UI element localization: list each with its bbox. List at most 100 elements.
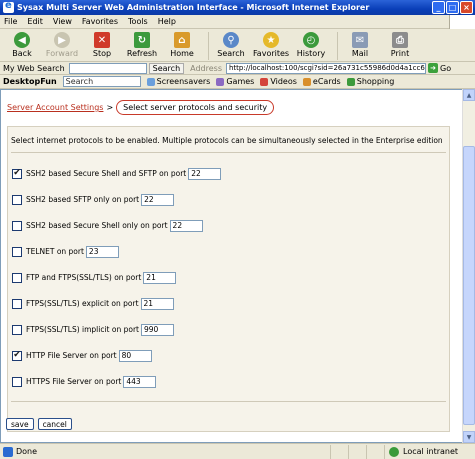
protocol-option: ✔ HTTP File Server on port 80 bbox=[12, 349, 152, 362]
desktopfun-toolbar: DesktopFun Search Screensavers Games Vid… bbox=[0, 75, 475, 89]
port-input[interactable]: 23 bbox=[85, 245, 119, 258]
favorites-button[interactable]: ★ Favorites bbox=[253, 30, 289, 58]
protocol-label: HTTP File Server on port bbox=[26, 351, 117, 360]
save-button[interactable]: save bbox=[6, 418, 34, 430]
toolbar-separator bbox=[337, 32, 338, 60]
forward-arrow-icon: ▶ bbox=[54, 32, 70, 48]
protocol-label: FTPS(SSL/TLS) explicit on port bbox=[26, 299, 139, 308]
desktopfun-search-input[interactable]: Search bbox=[62, 76, 141, 87]
mail-icon: ✉ bbox=[352, 32, 368, 48]
desktopfun-brand[interactable]: DesktopFun bbox=[3, 77, 57, 86]
status-bar: Done Local intranet bbox=[0, 443, 475, 459]
protocol-checkbox[interactable] bbox=[12, 220, 22, 231]
go-button[interactable]: ➜ Go bbox=[428, 63, 451, 73]
games-button[interactable]: Games bbox=[216, 77, 254, 86]
intranet-icon bbox=[389, 446, 399, 457]
protocol-checkbox[interactable] bbox=[12, 324, 22, 335]
history-button[interactable]: ◴ History bbox=[293, 30, 329, 58]
my-web-search-button[interactable]: Search bbox=[148, 62, 185, 74]
maximize-button[interactable]: □ bbox=[446, 1, 459, 14]
status-segment bbox=[330, 444, 348, 459]
star-icon: ★ bbox=[263, 32, 279, 48]
breadcrumb-current: Select server protocols and security bbox=[116, 100, 275, 115]
search-button[interactable]: ⚲ Search bbox=[213, 30, 249, 58]
protocol-label: HTTPS File Server on port bbox=[26, 377, 122, 386]
address-label: Address bbox=[190, 63, 222, 73]
protocol-checkbox[interactable]: ✔ bbox=[12, 168, 22, 179]
protocol-label: SSH2 based Secure Shell only on port bbox=[26, 221, 168, 230]
minimize-button[interactable]: _ bbox=[432, 1, 445, 14]
menu-view[interactable]: View bbox=[53, 17, 72, 26]
shopping-button[interactable]: Shopping bbox=[346, 77, 394, 86]
cancel-button[interactable]: cancel bbox=[37, 418, 72, 430]
page-icon bbox=[3, 446, 13, 457]
back-button[interactable]: ◀ Back bbox=[4, 30, 40, 58]
videos-button[interactable]: Videos bbox=[260, 77, 297, 86]
protocol-checkbox[interactable] bbox=[12, 272, 22, 283]
menu-favorites[interactable]: Favorites bbox=[82, 17, 118, 26]
protocol-label: SSH2 based SFTP only on port bbox=[26, 195, 140, 204]
screensavers-button[interactable]: Screensavers bbox=[146, 77, 210, 86]
history-icon: ◴ bbox=[303, 32, 319, 48]
protocol-checkbox[interactable]: ✔ bbox=[12, 350, 22, 361]
ecards-button[interactable]: eCards bbox=[302, 77, 341, 86]
mail-button[interactable]: ✉ Mail bbox=[342, 30, 378, 58]
windows-logo-icon bbox=[449, 15, 475, 29]
address-row: My Web Search Search Address http://loca… bbox=[0, 62, 475, 75]
status-text-area: Done bbox=[0, 446, 330, 457]
menu-bar: File Edit View Favorites Tools Help bbox=[0, 15, 475, 29]
divider bbox=[11, 401, 446, 402]
close-button[interactable]: × bbox=[460, 1, 473, 14]
port-input[interactable]: 22 bbox=[188, 167, 222, 180]
port-input[interactable]: 21 bbox=[140, 297, 174, 310]
status-segment bbox=[366, 444, 384, 459]
scroll-down-icon[interactable]: ▼ bbox=[463, 431, 475, 443]
port-input[interactable]: 443 bbox=[123, 375, 157, 388]
intro-text: Select internet protocols to be enabled.… bbox=[11, 136, 443, 145]
protocol-label: TELNET on port bbox=[26, 247, 84, 256]
protocol-option: SSH2 based SFTP only on port 22 bbox=[12, 193, 175, 206]
menu-help[interactable]: Help bbox=[158, 17, 176, 26]
port-input[interactable]: 80 bbox=[118, 349, 152, 362]
ecards-icon bbox=[302, 77, 311, 86]
status-segment bbox=[348, 444, 366, 459]
protocol-checkbox[interactable] bbox=[12, 246, 22, 257]
status-text: Done bbox=[16, 447, 38, 456]
refresh-icon: ↻ bbox=[134, 32, 150, 48]
browser-toolbar: ◀ Back ▶ Forward ✕ Stop ↻ Refresh ⌂ Home… bbox=[0, 30, 475, 62]
forward-button[interactable]: ▶ Forward bbox=[44, 30, 80, 58]
protocol-checkbox[interactable] bbox=[12, 194, 22, 205]
menu-file[interactable]: File bbox=[4, 17, 17, 26]
print-button[interactable]: ⎙ Print bbox=[382, 30, 418, 58]
home-button[interactable]: ⌂ Home bbox=[164, 30, 200, 58]
search-icon: ⚲ bbox=[223, 32, 239, 48]
protocol-option: FTPS(SSL/TLS) implicit on port 990 bbox=[12, 323, 174, 336]
form-actions: save cancel bbox=[6, 418, 72, 430]
back-arrow-icon: ◀ bbox=[14, 32, 30, 48]
zone-label: Local intranet bbox=[403, 447, 459, 456]
refresh-button[interactable]: ↻ Refresh bbox=[124, 30, 160, 58]
menu-tools[interactable]: Tools bbox=[128, 17, 148, 26]
protocol-label: FTPS(SSL/TLS) implicit on port bbox=[26, 325, 139, 334]
home-icon: ⌂ bbox=[174, 32, 190, 48]
menu-edit[interactable]: Edit bbox=[27, 17, 43, 26]
stop-button[interactable]: ✕ Stop bbox=[84, 30, 120, 58]
my-web-search-input[interactable] bbox=[68, 62, 147, 74]
ie-icon bbox=[3, 0, 14, 13]
window-titlebar[interactable]: Sysax Multi Server Web Administration In… bbox=[0, 0, 475, 15]
address-bar[interactable]: http://localhost:100/scgi?sid=26a731c559… bbox=[226, 62, 426, 74]
print-icon: ⎙ bbox=[392, 32, 408, 48]
protocol-checkbox[interactable] bbox=[12, 376, 22, 387]
scrollbar-thumb[interactable] bbox=[463, 146, 475, 425]
port-input[interactable]: 990 bbox=[140, 323, 174, 336]
port-input[interactable]: 22 bbox=[169, 219, 203, 232]
divider bbox=[11, 152, 446, 153]
vertical-scrollbar[interactable]: ▲ ▼ bbox=[462, 89, 475, 443]
port-input[interactable]: 21 bbox=[143, 271, 177, 284]
port-input[interactable]: 22 bbox=[141, 193, 175, 206]
protocol-option: ✔ SSH2 based Secure Shell and SFTP on po… bbox=[12, 167, 222, 180]
breadcrumb-link-server-account-settings[interactable]: Server Account Settings bbox=[7, 103, 103, 112]
window-controls: _ □ × bbox=[432, 1, 473, 14]
protocol-checkbox[interactable] bbox=[12, 298, 22, 309]
scroll-up-icon[interactable]: ▲ bbox=[463, 89, 475, 101]
